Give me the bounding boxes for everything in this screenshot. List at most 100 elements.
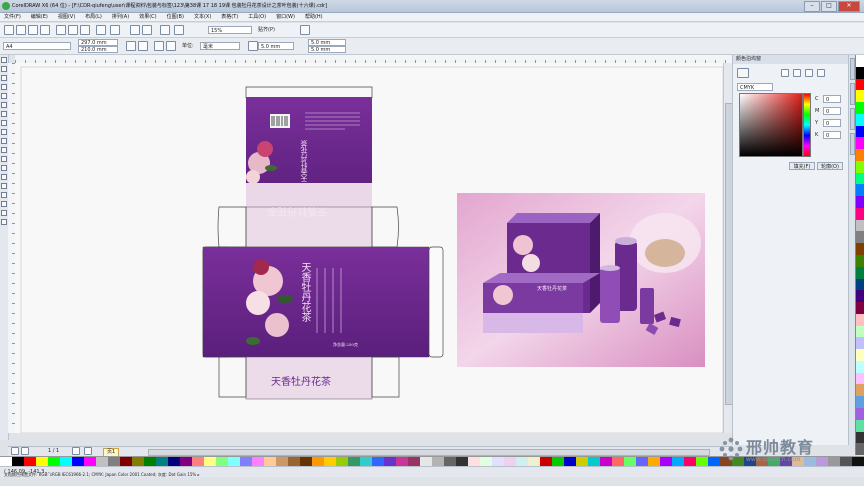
palette-swatch[interactable] (300, 457, 312, 466)
palette-swatch[interactable] (504, 457, 516, 466)
palette-swatch[interactable] (252, 457, 264, 466)
palette-swatch[interactable] (648, 457, 660, 466)
menu-tools[interactable]: 工具(O) (248, 13, 266, 21)
outline-button[interactable]: 轮廓(O) (817, 162, 843, 170)
palette-swatch[interactable] (856, 278, 864, 291)
open-icon[interactable] (16, 25, 26, 35)
shape-tool-icon[interactable] (1, 66, 7, 72)
palette-swatch[interactable] (856, 290, 864, 303)
palette-swatch[interactable] (84, 457, 96, 466)
palette-swatch[interactable] (0, 457, 12, 466)
print-icon[interactable] (40, 25, 50, 35)
menu-layout[interactable]: 布局(L) (85, 13, 102, 21)
pick-tool-icon[interactable] (1, 57, 7, 63)
first-page-icon[interactable] (11, 447, 19, 455)
zoom-level-field[interactable]: 15% (208, 26, 252, 34)
palette-swatch[interactable] (856, 243, 864, 256)
close-button[interactable]: ✕ (838, 1, 860, 12)
palette-swatch[interactable] (96, 457, 108, 466)
fill-tool-icon[interactable] (1, 210, 7, 216)
blend-tool-icon[interactable] (1, 183, 7, 189)
current-page-icon[interactable] (166, 41, 176, 51)
palette-swatch[interactable] (856, 219, 864, 232)
nudge-distance-field[interactable]: 5.0 mm (258, 42, 294, 50)
palette-swatch[interactable] (144, 457, 156, 466)
palette-swatch[interactable] (168, 457, 180, 466)
palette-swatch[interactable] (612, 457, 624, 466)
palette-swatch[interactable] (432, 457, 444, 466)
palette-swatch[interactable] (856, 372, 864, 385)
palette-swatch[interactable] (348, 457, 360, 466)
palette-swatch[interactable] (856, 196, 864, 208)
duplicate-y-field[interactable]: 5.0 mm (308, 46, 346, 53)
palette-swatch[interactable] (856, 149, 864, 161)
outline-pen-icon[interactable] (1, 201, 7, 207)
fill-button[interactable]: 填充(F) (789, 162, 815, 170)
interactive-fill-icon[interactable] (1, 219, 7, 225)
menu-bitmaps[interactable]: 位图(B) (167, 13, 184, 21)
palette-swatch[interactable] (624, 457, 636, 466)
add-page-icon[interactable] (84, 447, 92, 455)
palette-swatch[interactable] (540, 457, 552, 466)
palette-swatch[interactable] (856, 78, 864, 91)
hue-slider[interactable] (803, 93, 811, 157)
palette-swatch[interactable] (660, 457, 672, 466)
table-tool-icon[interactable] (1, 156, 7, 162)
palette-swatch[interactable] (588, 457, 600, 466)
options-icon[interactable] (300, 25, 310, 35)
palette-swatch[interactable] (856, 55, 864, 67)
palette-swatch[interactable] (216, 457, 228, 466)
palette-swatch[interactable] (192, 457, 204, 466)
palette-swatch[interactable] (228, 457, 240, 466)
palette-swatch[interactable] (856, 349, 864, 361)
palette-swatch[interactable] (324, 457, 336, 466)
minimize-button[interactable]: – (804, 1, 820, 12)
palette-swatch[interactable] (856, 207, 864, 220)
menu-text[interactable]: 文本(X) (194, 13, 211, 21)
palette-swatch[interactable] (856, 172, 864, 185)
palette-swatch[interactable] (852, 457, 864, 466)
palette-swatch[interactable] (856, 66, 864, 79)
box-dieline[interactable] (202, 86, 444, 400)
palette-swatch[interactable] (576, 457, 588, 466)
polygon-tool-icon[interactable] (1, 129, 7, 135)
palette-swatch[interactable] (156, 457, 168, 466)
palette-swatch[interactable] (408, 457, 420, 466)
welcome-screen-icon[interactable] (174, 25, 184, 35)
redo-icon[interactable] (110, 25, 120, 35)
export-icon[interactable] (142, 25, 152, 35)
menu-edit[interactable]: 编辑(E) (31, 13, 48, 21)
palette-swatch[interactable] (552, 457, 564, 466)
channel-k-field[interactable]: 0 (823, 131, 841, 139)
palette-swatch[interactable] (856, 102, 864, 114)
palette-swatch[interactable] (856, 384, 864, 397)
palette-swatch[interactable] (396, 457, 408, 466)
palette-swatch[interactable] (72, 457, 84, 466)
basic-shapes-icon[interactable] (1, 138, 7, 144)
portrait-icon[interactable] (126, 41, 136, 51)
palette-swatch[interactable] (528, 457, 540, 466)
page-width-field[interactable]: 297.0 mm (78, 39, 118, 46)
color-sliders-icon[interactable] (805, 69, 813, 77)
palette-swatch[interactable] (456, 457, 468, 466)
zoom-tool-icon[interactable] (1, 84, 7, 90)
page-height-field[interactable]: 210.0 mm (78, 46, 118, 53)
ellipse-tool-icon[interactable] (1, 120, 7, 126)
menu-view[interactable]: 视图(V) (58, 13, 75, 21)
palette-swatch[interactable] (108, 457, 120, 466)
palette-swatch[interactable] (696, 457, 708, 466)
undo-icon[interactable] (96, 25, 106, 35)
palette-swatch[interactable] (672, 457, 684, 466)
landscape-icon[interactable] (138, 41, 148, 51)
palette-swatch[interactable] (684, 457, 696, 466)
eyedropper-icon[interactable] (1, 192, 7, 198)
save-icon[interactable] (28, 25, 38, 35)
menu-window[interactable]: 窗口(W) (276, 13, 295, 21)
color-eyedropper-icon[interactable] (781, 69, 789, 77)
palette-swatch[interactable] (856, 137, 864, 150)
palette-swatch[interactable] (276, 457, 288, 466)
palette-swatch[interactable] (204, 457, 216, 466)
palette-swatch[interactable] (856, 396, 864, 408)
import-icon[interactable] (130, 25, 140, 35)
text-tool-icon[interactable] (1, 147, 7, 153)
